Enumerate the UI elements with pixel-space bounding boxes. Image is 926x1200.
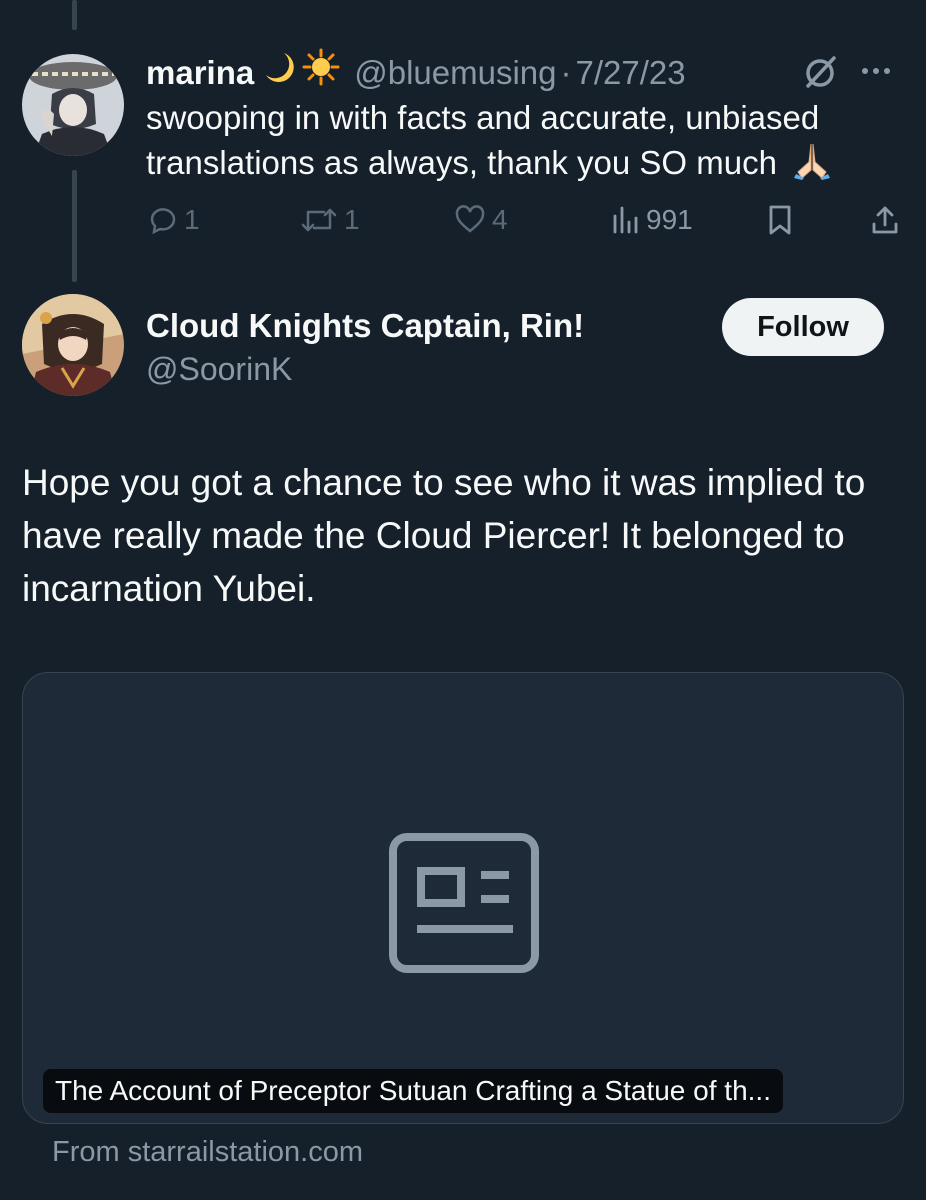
- reply-body: swooping in with facts and accurate, unb…: [146, 99, 820, 182]
- author-name[interactable]: Cloud Knights Captain, Rin!: [146, 305, 584, 347]
- views-action[interactable]: 991: [610, 204, 693, 236]
- heart-icon: [455, 205, 485, 233]
- card-source[interactable]: From starrailstation.com: [52, 1132, 363, 1172]
- repost-count: 1: [344, 204, 360, 235]
- repost-action[interactable]: 1: [300, 204, 360, 236]
- pray-hands-icon: [792, 140, 832, 191]
- bookmark-icon: [769, 205, 791, 235]
- card-title: The Account of Preceptor Sutuan Crafting…: [43, 1069, 783, 1113]
- author-handle[interactable]: @SoorinK: [146, 349, 292, 389]
- follow-button[interactable]: Follow: [722, 298, 884, 356]
- reply-header: marina @bluemusing · 7/27/23: [146, 48, 686, 97]
- crescent-moon-icon: [260, 49, 296, 96]
- separator-dot: ·: [560, 53, 572, 91]
- author-avatar[interactable]: [22, 294, 124, 396]
- link-preview-card[interactable]: The Account of Preceptor Sutuan Crafting…: [22, 672, 904, 1124]
- reply-actions-bar: 1 1 4 991: [0, 200, 926, 244]
- reply-action[interactable]: 1: [146, 204, 200, 236]
- article-icon: [389, 833, 539, 978]
- reply-avatar[interactable]: [22, 54, 124, 156]
- views-count: 991: [646, 204, 693, 235]
- repost-icon: [301, 208, 337, 232]
- reply-icon: [150, 208, 176, 235]
- views-icon: [613, 206, 638, 234]
- tweet-text: Hope you got a chance to see who it was …: [22, 462, 866, 609]
- grok-icon[interactable]: [800, 52, 840, 97]
- reply-date[interactable]: 7/27/23: [576, 51, 686, 95]
- reply-count: 1: [184, 204, 200, 235]
- reply-author-name[interactable]: marina: [146, 51, 254, 95]
- like-count: 4: [492, 204, 508, 235]
- reply-text: swooping in with facts and accurate, unb…: [146, 96, 906, 191]
- like-action[interactable]: 4: [454, 204, 508, 236]
- reply-author-handle[interactable]: @bluemusing: [354, 51, 556, 95]
- more-options-icon[interactable]: [862, 68, 890, 74]
- share-icon: [872, 206, 898, 234]
- thread-line-top: [72, 0, 77, 30]
- sun-icon: [302, 48, 340, 97]
- share-action[interactable]: [870, 204, 900, 236]
- bookmark-action[interactable]: [766, 204, 794, 236]
